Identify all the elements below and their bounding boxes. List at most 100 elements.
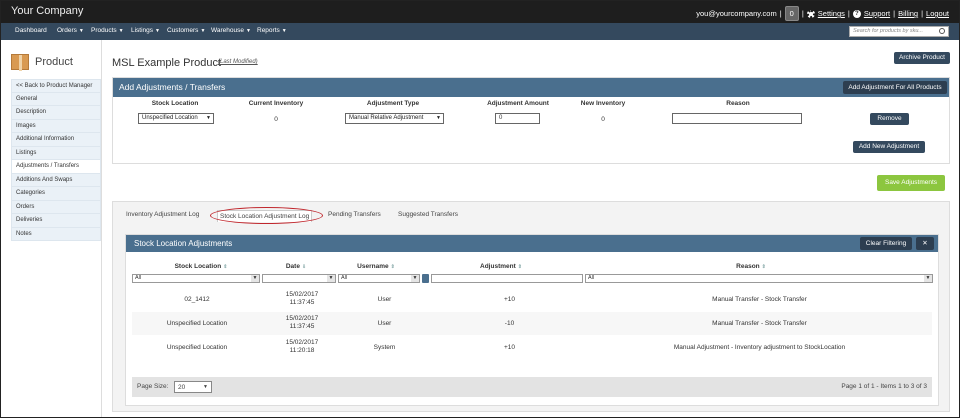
cell-date: 15/02/2017 — [285, 291, 319, 298]
box-icon — [11, 54, 29, 71]
page-title: MSL Example Product — [112, 57, 222, 69]
archive-product-button[interactable]: Archive Product — [894, 52, 950, 64]
remove-button[interactable]: Remove — [870, 113, 909, 125]
tab-pending-transfers[interactable]: Pending Transfers — [328, 211, 381, 218]
cell-location: Unspecified Location — [166, 320, 228, 327]
table-row[interactable]: Unspecified Location 15/02/2017 11:37:45… — [132, 312, 932, 335]
table-row[interactable]: 02_1412 15/02/2017 11:37:45 User +10 Man… — [132, 288, 932, 311]
filter-icon[interactable] — [422, 274, 429, 283]
table-row[interactable]: Unspecified Location 15/02/2017 11:20:18… — [132, 336, 932, 359]
sidebar-item-deliveries[interactable]: Deliveries — [11, 214, 101, 228]
help-icon: ? — [852, 9, 861, 18]
tools-icon[interactable]: ✕ — [916, 237, 934, 250]
select-value: Manual Relative Adjustment — [349, 115, 424, 121]
separator: | — [801, 9, 804, 18]
filter-location-select[interactable]: All ▼ — [132, 274, 260, 283]
cell-username: User — [377, 296, 392, 303]
add-adjustment-all-button[interactable]: Add Adjustment For All Products — [843, 81, 947, 94]
sidebar-item-back[interactable]: << Back to Product Manager — [11, 79, 101, 93]
sidebar-item-additions-swaps[interactable]: Additions And Swaps — [11, 173, 101, 187]
sort-icon: ⇕ — [761, 264, 766, 270]
tab-suggested-transfers[interactable]: Suggested Transfers — [398, 211, 458, 218]
sidebar-item-listings[interactable]: Listings — [11, 146, 101, 160]
caret-down-icon: ▼ — [411, 275, 419, 282]
nav-orders[interactable]: Orders ▼ — [57, 27, 84, 34]
select-value: 20 — [178, 384, 186, 391]
product-search-input[interactable]: Search for products by sku... — [849, 26, 949, 37]
logs-panel: Inventory Adjustment Log Stock Location … — [112, 201, 950, 412]
logout-link[interactable]: Logout — [926, 9, 949, 18]
search-icon[interactable] — [939, 28, 945, 34]
cell-location: Unspecified Location — [166, 344, 228, 351]
nav-customers[interactable]: Customers ▼ — [167, 27, 205, 34]
cell-location: 02_1412 — [184, 296, 210, 303]
caret-down-icon: ▼ — [206, 115, 211, 121]
column-header: Adjustment Amount — [487, 100, 549, 107]
nav-products[interactable]: Products ▼ — [91, 27, 124, 34]
main-nav: Dashboard Orders ▼ Products ▼ Listings ▼ Cu… — [1, 23, 959, 40]
sidebar-item-notes[interactable]: Notes — [11, 227, 101, 241]
nav-listings[interactable]: Listings ▼ — [131, 27, 160, 34]
new-inventory: 0 — [601, 116, 605, 123]
column-header: Current Inventory — [248, 100, 304, 107]
main-content: MSL Example Product (Last Modified) Arch… — [102, 40, 959, 417]
column-header-date[interactable]: Date ⇓ — [266, 263, 326, 270]
adjustment-type-select[interactable]: Manual Relative Adjustment ▼ — [345, 113, 444, 124]
column-label: Date — [285, 263, 300, 270]
separator: | — [779, 9, 782, 18]
sidebar-title: Product — [35, 56, 73, 68]
column-header-location[interactable]: Stock Location ⇕ — [156, 263, 246, 270]
caret-down-icon: ▼ — [281, 28, 287, 34]
user-email: you@yourcompany.com — [696, 9, 777, 18]
cell-reason: Manual Transfer - Stock Transfer — [712, 296, 807, 303]
column-label: Stock Location — [174, 263, 222, 270]
settings-link[interactable]: Settings — [818, 9, 845, 18]
tab-inventory-adjustment-log[interactable]: Inventory Adjustment Log — [126, 211, 199, 218]
company-name: Your Company — [11, 5, 84, 17]
column-header-username[interactable]: Username ⇕ — [346, 263, 406, 270]
nav-label: Listings — [131, 27, 154, 34]
last-modified-link[interactable]: (Last Modified) — [218, 59, 258, 65]
nav-label: Warehouse — [211, 27, 244, 34]
sidebar-item-adjustments[interactable]: Adjustments / Transfers — [11, 160, 101, 174]
reason-input[interactable] — [672, 113, 802, 124]
nav-label: Reports — [257, 27, 280, 34]
filter-value: All — [135, 275, 142, 281]
clear-filtering-button[interactable]: Clear Filtering — [860, 237, 912, 250]
filter-adjustment-input[interactable] — [431, 274, 583, 283]
sidebar-item-categories[interactable]: Categories — [11, 187, 101, 201]
column-header-reason[interactable]: Reason ⇕ — [706, 263, 796, 270]
filter-reason-select[interactable]: All ▼ — [585, 274, 933, 283]
adjustment-amount-input[interactable]: 0 — [495, 113, 540, 124]
sidebar-menu: << Back to Product Manager General Descr… — [11, 79, 101, 241]
sidebar-item-description[interactable]: Description — [11, 106, 101, 120]
nav-warehouse[interactable]: Warehouse ▼ — [211, 27, 251, 34]
billing-link[interactable]: Billing — [898, 9, 918, 18]
panel-header: Add Adjustments / Transfers Add Adjustme… — [113, 78, 949, 97]
add-new-adjustment-button[interactable]: Add New Adjustment — [853, 141, 925, 153]
sidebar-item-general[interactable]: General — [11, 92, 101, 106]
sidebar: Product << Back to Product Manager Gener… — [1, 40, 102, 417]
column-header: Adjustment Type — [366, 100, 420, 107]
column-header-adjustment[interactable]: Adjustment ⇕ — [456, 263, 546, 270]
cell-time: 11:37:45 — [289, 299, 315, 306]
grid-title: Stock Location Adjustments — [134, 239, 233, 248]
notification-badge[interactable]: 0 — [784, 6, 799, 21]
caret-down-icon: ▼ — [155, 28, 160, 34]
caret-down-icon: ▼ — [436, 115, 441, 121]
cell-date: 15/02/2017 — [285, 339, 319, 346]
top-bar: Your Company you@yourcompany.com | 0 | S… — [1, 1, 959, 23]
save-adjustments-button[interactable]: Save Adjustments — [877, 175, 945, 191]
filter-value: All — [588, 275, 595, 281]
nav-dashboard[interactable]: Dashboard — [15, 27, 47, 34]
stock-location-select[interactable]: Unspecified Location ▼ — [138, 113, 214, 124]
page-size-select[interactable]: 20 ▼ — [174, 381, 212, 393]
support-link[interactable]: Support — [864, 9, 890, 18]
nav-reports[interactable]: Reports ▼ — [257, 27, 287, 34]
sidebar-item-images[interactable]: Images — [11, 119, 101, 133]
sidebar-item-orders[interactable]: Orders — [11, 200, 101, 214]
caret-down-icon: ▼ — [200, 28, 206, 34]
filter-username-select[interactable]: All ▼ — [338, 274, 420, 283]
sidebar-item-additional-information[interactable]: Additional Information — [11, 133, 101, 147]
filter-date-select[interactable]: ▼ — [262, 274, 336, 283]
